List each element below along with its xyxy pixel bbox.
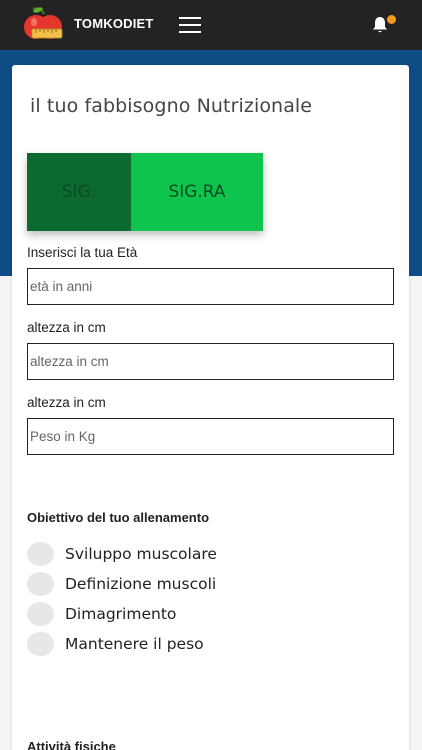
goal-option-label: Dimagrimento	[65, 605, 177, 623]
notification-badge	[387, 15, 396, 24]
goal-option-label: Mantenere il peso	[65, 635, 204, 653]
age-label: Inserisci la tua Età	[27, 245, 138, 260]
top-navbar: TOMKODIET	[0, 0, 422, 50]
gender-female-button[interactable]: SIG.RA	[131, 153, 263, 231]
goal-option-weight-loss[interactable]: Dimagrimento	[27, 602, 176, 626]
brand-name[interactable]: TOMKODIET	[74, 16, 154, 31]
gender-selector: SIG. SIG.RA	[27, 153, 263, 231]
weight-label: altezza in cm	[27, 395, 106, 410]
radio-button[interactable]	[27, 572, 54, 596]
page-title: il tuo fabbisogno Nutrizionale	[30, 95, 313, 117]
activity-section-title: Attività fisiche	[27, 739, 116, 750]
age-input[interactable]	[27, 268, 394, 305]
radio-button[interactable]	[27, 602, 54, 626]
apple-logo-icon[interactable]	[22, 6, 66, 44]
goal-option-definition[interactable]: Definizione muscoli	[27, 572, 216, 596]
goal-option-maintain-weight[interactable]: Mantenere il peso	[27, 632, 204, 656]
radio-button[interactable]	[27, 542, 54, 566]
goal-option-label: Sviluppo muscolare	[65, 545, 217, 563]
height-label: altezza in cm	[27, 320, 106, 335]
height-input[interactable]	[27, 343, 394, 380]
weight-input[interactable]	[27, 418, 394, 455]
menu-icon[interactable]	[179, 17, 201, 33]
goal-option-muscle-growth[interactable]: Sviluppo muscolare	[27, 542, 217, 566]
goal-section-title: Obiettivo del tuo allenamento	[27, 510, 210, 525]
goal-option-label: Definizione muscoli	[65, 575, 217, 593]
radio-button[interactable]	[27, 632, 54, 656]
gender-male-button[interactable]: SIG.	[27, 153, 131, 231]
